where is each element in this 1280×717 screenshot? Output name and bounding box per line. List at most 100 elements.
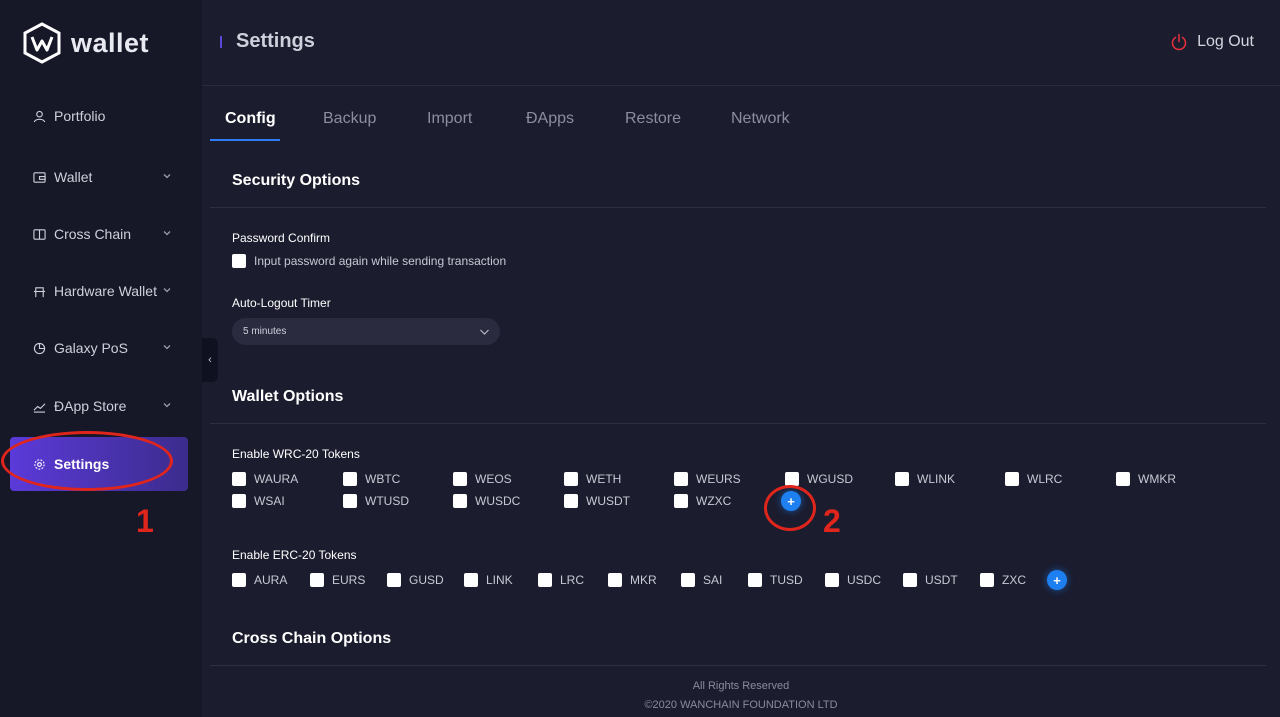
erc20-token-option[interactable]: MKR bbox=[608, 573, 657, 587]
wrc20-token-option[interactable]: WEOS bbox=[453, 472, 512, 486]
sidebar-item-cross-chain[interactable]: Cross Chain bbox=[10, 207, 188, 261]
token-checkbox[interactable] bbox=[232, 472, 246, 486]
token-checkbox[interactable] bbox=[748, 573, 762, 587]
token-checkbox[interactable] bbox=[674, 494, 688, 508]
token-checkbox[interactable] bbox=[825, 573, 839, 587]
wrc20-token-option[interactable]: WBTC bbox=[343, 472, 400, 486]
wrc20-token-option[interactable]: WSAI bbox=[232, 494, 285, 508]
tab-import[interactable]: Import bbox=[427, 110, 472, 128]
logo-text: wallet bbox=[71, 27, 150, 58]
token-checkbox[interactable] bbox=[1005, 472, 1019, 486]
token-checkbox[interactable] bbox=[608, 573, 622, 587]
token-checkbox[interactable] bbox=[564, 472, 578, 486]
token-checkbox[interactable] bbox=[564, 494, 578, 508]
annotation-circle-settings bbox=[1, 431, 173, 491]
sidebar-item-hardware-wallet[interactable]: Hardware Wallet bbox=[10, 264, 188, 318]
token-label: WMKR bbox=[1138, 472, 1176, 486]
erc20-token-option[interactable]: AURA bbox=[232, 573, 287, 587]
wrc20-token-option[interactable]: WUSDC bbox=[453, 494, 520, 508]
tab-backup[interactable]: Backup bbox=[323, 110, 376, 128]
top-header: Settings Log Out bbox=[202, 0, 1280, 86]
token-checkbox[interactable] bbox=[895, 472, 909, 486]
sidebar: wallet Portfolio Wallet Cross Chain Hard… bbox=[0, 0, 202, 717]
tab-restore[interactable]: Restore bbox=[625, 110, 681, 128]
sidebar-item-label: Galaxy PoS bbox=[54, 340, 128, 356]
token-checkbox[interactable] bbox=[453, 472, 467, 486]
app-logo[interactable]: wallet bbox=[22, 22, 149, 64]
sidebar-item-galaxy-pos[interactable]: Galaxy PoS bbox=[10, 321, 188, 375]
erc20-token-option[interactable]: LRC bbox=[538, 573, 584, 587]
page-title: Settings bbox=[236, 30, 315, 52]
token-label: WSAI bbox=[254, 494, 285, 508]
wrc20-label: Enable WRC-20 Tokens bbox=[232, 447, 360, 461]
wrc20-token-option[interactable]: WETH bbox=[564, 472, 621, 486]
sidebar-item-dapp-store[interactable]: ĐApp Store bbox=[10, 379, 188, 433]
erc20-token-option[interactable]: ZXC bbox=[980, 573, 1026, 587]
token-label: AURA bbox=[254, 573, 288, 587]
tab-dapps[interactable]: ĐApps bbox=[526, 110, 574, 128]
token-label: USDT bbox=[925, 573, 958, 587]
token-label: SAI bbox=[703, 573, 723, 587]
annotation-number-two: 2 bbox=[823, 503, 841, 539]
token-checkbox[interactable] bbox=[310, 573, 324, 587]
erc20-token-option[interactable]: GUSD bbox=[387, 573, 444, 587]
wrc20-token-option[interactable]: WTUSD bbox=[343, 494, 409, 508]
logout-button[interactable]: Log Out bbox=[1170, 33, 1254, 51]
sidebar-item-portfolio[interactable]: Portfolio bbox=[10, 89, 188, 143]
token-label: EURS bbox=[332, 573, 366, 587]
erc20-token-option[interactable]: TUSD bbox=[748, 573, 803, 587]
token-checkbox[interactable] bbox=[232, 494, 246, 508]
auto-logout-select[interactable]: 5 minutes bbox=[232, 318, 500, 345]
password-confirm-checkbox[interactable] bbox=[232, 254, 246, 268]
annotation-circle-add-token bbox=[764, 485, 816, 531]
chevron-down-icon bbox=[480, 329, 489, 335]
token-checkbox[interactable] bbox=[903, 573, 917, 587]
token-checkbox[interactable] bbox=[464, 573, 478, 587]
token-checkbox[interactable] bbox=[453, 494, 467, 508]
token-checkbox[interactable] bbox=[980, 573, 994, 587]
token-label: USDC bbox=[847, 573, 882, 587]
token-checkbox[interactable] bbox=[343, 472, 357, 486]
erc20-token-option[interactable]: LINK bbox=[464, 573, 513, 587]
token-checkbox[interactable] bbox=[681, 573, 695, 587]
chevron-left-icon: ‹ bbox=[208, 354, 212, 366]
erc20-token-option[interactable]: EURS bbox=[310, 573, 365, 587]
erc20-token-option[interactable]: USDT bbox=[903, 573, 958, 587]
wrc20-token-option[interactable]: WZXC bbox=[674, 494, 731, 508]
pie-chart-icon bbox=[32, 341, 46, 355]
sidebar-collapse-toggle[interactable]: ‹ bbox=[202, 338, 218, 382]
tab-network[interactable]: Network bbox=[731, 110, 790, 128]
security-options-title: Security Options bbox=[232, 172, 361, 189]
add-erc20-token-button[interactable]: + bbox=[1047, 570, 1067, 590]
wrc20-token-option[interactable]: WAURA bbox=[232, 472, 298, 486]
wanchain-logo-icon bbox=[23, 22, 61, 64]
token-checkbox[interactable] bbox=[1116, 472, 1130, 486]
wrc20-token-option[interactable]: WEURS bbox=[674, 472, 741, 486]
wrc20-token-option[interactable]: WLINK bbox=[895, 472, 955, 486]
token-checkbox[interactable] bbox=[232, 573, 246, 587]
token-checkbox[interactable] bbox=[785, 472, 799, 486]
divider bbox=[210, 423, 1266, 424]
wrc20-token-option[interactable]: WGUSD bbox=[785, 472, 853, 486]
wrc20-token-option[interactable]: WLRC bbox=[1005, 472, 1062, 486]
token-checkbox[interactable] bbox=[538, 573, 552, 587]
active-tab-indicator bbox=[210, 139, 280, 141]
wrc20-token-option[interactable]: WUSDT bbox=[564, 494, 630, 508]
sidebar-item-wallet[interactable]: Wallet bbox=[10, 150, 188, 204]
chevron-down-icon bbox=[163, 288, 171, 293]
erc20-token-option[interactable]: USDC bbox=[825, 573, 881, 587]
sidebar-item-label: Portfolio bbox=[54, 108, 106, 124]
divider bbox=[210, 207, 1266, 208]
wrc20-token-option[interactable]: WMKR bbox=[1116, 472, 1176, 486]
token-label: MKR bbox=[630, 573, 657, 587]
password-confirm-option[interactable]: Input password again while sending trans… bbox=[232, 254, 506, 268]
erc20-token-option[interactable]: SAI bbox=[681, 573, 722, 587]
logout-label: Log Out bbox=[1197, 33, 1254, 50]
line-chart-icon bbox=[32, 399, 46, 413]
token-label: WGUSD bbox=[807, 472, 853, 486]
token-checkbox[interactable] bbox=[343, 494, 357, 508]
tab-config[interactable]: Config bbox=[225, 110, 276, 128]
token-label: WUSDC bbox=[475, 494, 521, 508]
token-checkbox[interactable] bbox=[387, 573, 401, 587]
token-checkbox[interactable] bbox=[674, 472, 688, 486]
